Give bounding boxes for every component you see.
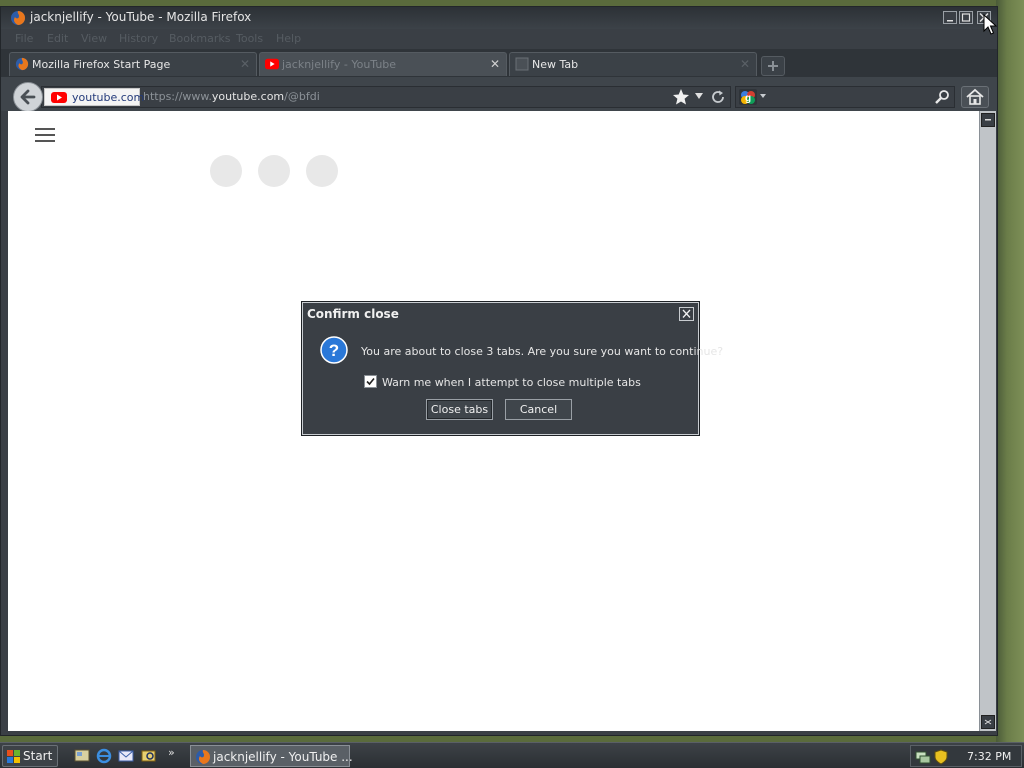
taskbar: Start » jacknjellify - YouTube ... 7:32 … [0,742,1024,768]
menu-tools[interactable]: Tools [236,32,263,45]
start-label: Start [23,749,53,763]
outlook-express-icon[interactable] [118,748,134,764]
close-tabs-button[interactable]: Close tabs [426,399,493,420]
system-tray: 7:32 PM [910,745,1022,767]
loading-placeholder [306,155,338,187]
tab-firefox-start-page[interactable]: Mozilla Firefox Start Page ✕ [9,52,257,76]
url-prefix: https://www. [143,90,212,103]
firefox-icon [15,57,29,71]
site-identity-button[interactable]: youtube.com [44,88,144,106]
menu-view[interactable]: View [81,32,107,45]
show-desktop-icon[interactable] [74,748,90,764]
youtube-icon [51,92,67,103]
chevron-down-icon [984,719,992,725]
chevron-down-icon[interactable] [760,93,766,99]
question-icon: ? [320,336,348,364]
window-title: jacknjellify - YouTube - Mozilla Firefox [30,10,252,24]
checkbox-label[interactable]: Warn me when I attempt to close multiple… [382,376,641,389]
taskbar-item-firefox[interactable]: jacknjellify - YouTube ... [190,745,353,767]
network-icon[interactable] [915,749,931,765]
minimize-button[interactable] [943,11,957,24]
new-tab-button[interactable] [761,56,785,76]
scroll-down-button[interactable] [981,715,995,729]
security-shield-icon[interactable] [933,749,949,765]
desktop-background [996,0,1024,742]
checkmark-icon [366,377,375,386]
tab-label: jacknjellify - YouTube [282,58,397,71]
firefox-icon [196,750,210,764]
scroll-up-button[interactable] [981,113,995,127]
svg-text:g: g [745,93,751,104]
menu-hamburger-icon[interactable] [35,128,55,142]
back-arrow-icon [20,89,36,105]
tab-close-icon[interactable]: ✕ [240,57,250,71]
maximize-button[interactable] [959,11,973,24]
menu-history[interactable]: History [119,32,158,45]
chevron-down-icon[interactable] [694,91,704,101]
clock: 7:32 PM [967,750,1012,763]
minus-icon [985,119,991,121]
tab-label: Mozilla Firefox Start Page [32,58,171,71]
search-folder-icon[interactable] [141,748,157,764]
menu-help[interactable]: Help [276,32,301,45]
start-button[interactable]: Start [2,745,58,767]
site-identity-label: youtube.com [72,91,145,104]
blank-page-icon [515,57,529,71]
mouse-cursor-icon [983,14,997,35]
menu-edit[interactable]: Edit [47,32,68,45]
home-button[interactable] [961,86,989,108]
reload-icon[interactable] [710,89,726,105]
tab-close-icon[interactable]: ✕ [490,57,500,71]
navigation-toolbar: youtube.com https://www.youtube.com/@bfd… [1,77,997,112]
menu-bar: File Edit View History Bookmarks Tools H… [1,29,997,49]
tab-label: New Tab [532,58,579,71]
firefox-icon [11,11,25,25]
dialog-message: You are about to close 3 tabs. Are you s… [361,345,724,358]
url-path: /@bfdi [284,90,320,103]
cancel-button[interactable]: Cancel [505,399,572,420]
bookmark-star-icon[interactable] [672,88,690,106]
back-button[interactable] [13,82,43,112]
search-icon[interactable] [934,89,950,105]
tab-youtube[interactable]: jacknjellify - YouTube ✕ [259,52,507,76]
url-bar[interactable]: youtube.com https://www.youtube.com/@bfd… [41,86,731,108]
vertical-scrollbar[interactable] [979,111,996,731]
tab-new-tab[interactable]: New Tab ✕ [509,52,757,76]
menu-bookmarks[interactable]: Bookmarks [169,32,230,45]
dialog-close-button[interactable] [679,307,694,321]
search-bar[interactable]: g [735,86,955,108]
url-text[interactable]: https://www.youtube.com/@bfdi [143,90,320,103]
menu-file[interactable]: File [15,32,33,45]
google-icon[interactable]: g [739,89,757,105]
url-domain: youtube.com [211,90,285,103]
internet-explorer-icon[interactable] [96,748,112,764]
loading-placeholder [258,155,290,187]
quicklaunch-more-icon[interactable]: » [168,746,175,759]
plus-icon [768,61,778,71]
close-icon [682,309,691,318]
confirm-close-dialog: Confirm close ? You are about to close 3… [302,302,723,435]
loading-placeholder [210,155,242,187]
windows-logo-icon [7,750,20,763]
svg-text:?: ? [329,341,339,360]
tab-bar: Mozilla Firefox Start Page ✕ jacknjellif… [1,49,997,77]
warn-multiple-tabs-checkbox[interactable] [364,375,377,388]
dialog-title: Confirm close [307,307,399,321]
title-bar: jacknjellify - YouTube - Mozilla Firefox [1,7,997,29]
home-icon [966,88,984,105]
taskbar-item-label: jacknjellify - YouTube ... [213,750,353,764]
youtube-icon [265,58,279,70]
tab-close-icon[interactable]: ✕ [740,57,750,71]
